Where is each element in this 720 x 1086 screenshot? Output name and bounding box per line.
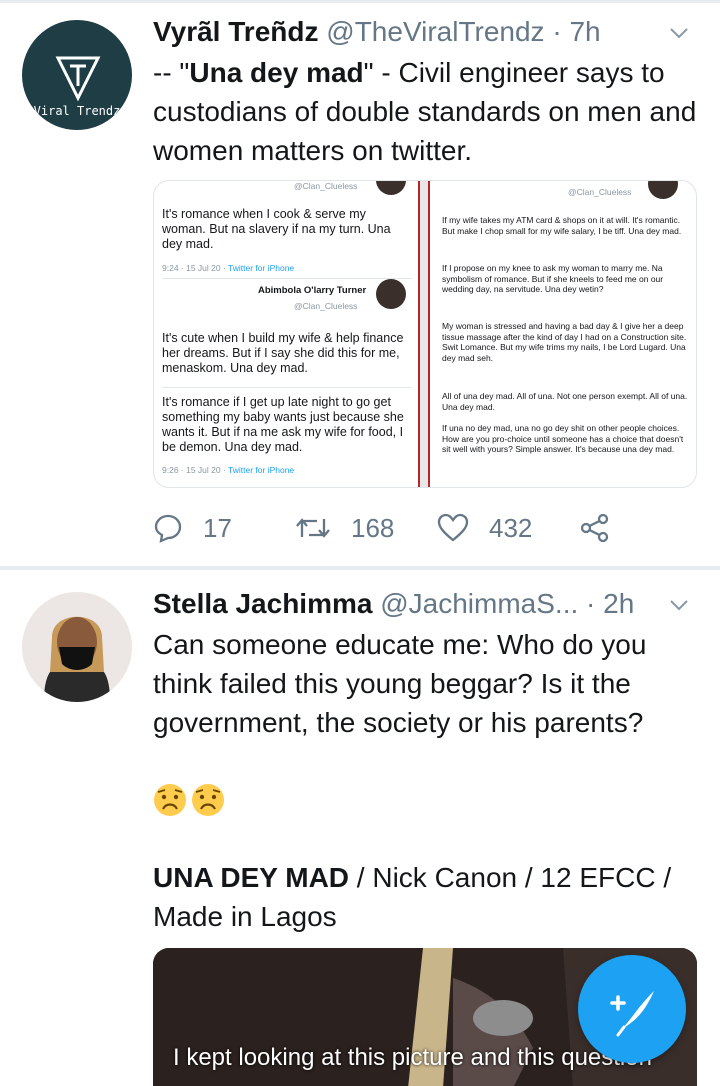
tweet-header: Stella Jachimma @JachimmaS... · 2h (153, 588, 703, 624)
share-button[interactable] (579, 508, 611, 548)
avatar[interactable] (22, 592, 132, 702)
song-title: UNA DEY MAD (153, 862, 350, 893)
retweet-count: 168 (351, 512, 395, 543)
tweet-actions: 17 168 432 (153, 508, 713, 548)
embedded-reply-handle: @Clan_Clueless (294, 301, 358, 311)
embedded-divider (162, 278, 412, 279)
embedded-paragraph: All of una dey mad. All of una. Not one … (442, 391, 688, 412)
retweet-button[interactable]: 168 (295, 508, 394, 548)
sad-face-icon (192, 784, 224, 816)
reply-count: 17 (203, 512, 232, 543)
embedded-reply-name: Abimbola O'larry Turner (258, 285, 367, 296)
media-image-right: @Clan_Clueless If my wife takes my ATM c… (428, 181, 696, 487)
tweet-text: -- "Una dey mad" - Civil engineer says t… (153, 53, 703, 170)
reply-icon (154, 514, 182, 543)
display-name[interactable]: Vyrãl Treñdz (153, 16, 318, 47)
separator: · (552, 16, 562, 47)
avatar[interactable]: Viral Trendz (22, 20, 132, 130)
mini-avatar (648, 181, 678, 199)
timestamp: 2h (603, 588, 635, 619)
compose-tweet-button[interactable] (578, 955, 686, 1063)
embedded-paragraph: If my wife takes my ATM card & shops on … (442, 215, 682, 236)
embedded-tweet: It's romance if I get up late night to g… (162, 395, 404, 454)
tweet-card[interactable]: Viral Trendz Vyrãl Treñdz @TheViralTrend… (0, 0, 720, 566)
embedded-tweet: It's romance when I cook & serve my woma… (162, 207, 391, 251)
tweet-header: Vyrãl Treñdz @TheViralTrendz · 7h (153, 16, 703, 52)
retweet-icon (296, 518, 330, 538)
share-icon (580, 513, 609, 543)
media-image-left: @Clan_Clueless It's romance when I cook … (154, 181, 420, 487)
embedded-meta: 9:24 · 15 Jul 20 · Twitter for iPhone (162, 263, 295, 273)
embedded-divider (162, 387, 412, 388)
display-name[interactable]: Stella Jachimma (153, 588, 372, 619)
sad-face-emoji (153, 782, 227, 818)
heart-icon (437, 513, 469, 542)
embedded-paragraph: If una no dey mad, una no go dey shit on… (442, 423, 684, 454)
tweet-text-bold: Una dey mad (189, 57, 364, 88)
reply-button[interactable]: 17 (153, 508, 232, 548)
mini-handle: @Clan_Clueless (294, 181, 358, 191)
compose-icon (610, 991, 654, 1037)
chevron-down-icon[interactable] (669, 598, 689, 612)
chevron-down-icon[interactable] (669, 26, 689, 40)
timestamp: 7h (569, 16, 601, 47)
mini-avatar (376, 181, 406, 195)
avatar-logo-text: Viral Trendz (33, 104, 121, 118)
tweet-media[interactable]: @Clan_Clueless It's romance when I cook … (153, 180, 697, 488)
embedded-tweet: It's cute when I build my wife & help fi… (162, 331, 404, 375)
tweet-text: Can someone educate me: Who do you think… (153, 629, 647, 738)
embedded-paragraph: My woman is stressed and having a bad da… (442, 321, 687, 363)
like-count: 432 (489, 512, 533, 543)
embedded-paragraph: If I propose on my knee to ask my woman … (442, 263, 664, 294)
song-credit: UNA DEY MAD / Nick Canon / 12 EFCC / Mad… (153, 858, 703, 936)
mini-avatar (376, 279, 406, 309)
separator: · (586, 588, 596, 619)
embedded-meta: 9:26 · 15 Jul 20 · Twitter for iPhone (162, 465, 295, 475)
user-handle[interactable]: @TheViralTrendz (326, 16, 544, 47)
sad-face-icon (154, 784, 186, 816)
user-handle[interactable]: @JachimmaS... (380, 588, 578, 619)
mini-handle: @Clan_Clueless (568, 187, 632, 197)
like-button[interactable]: 432 (437, 508, 532, 548)
tweet-text-prefix: -- " (153, 57, 190, 88)
